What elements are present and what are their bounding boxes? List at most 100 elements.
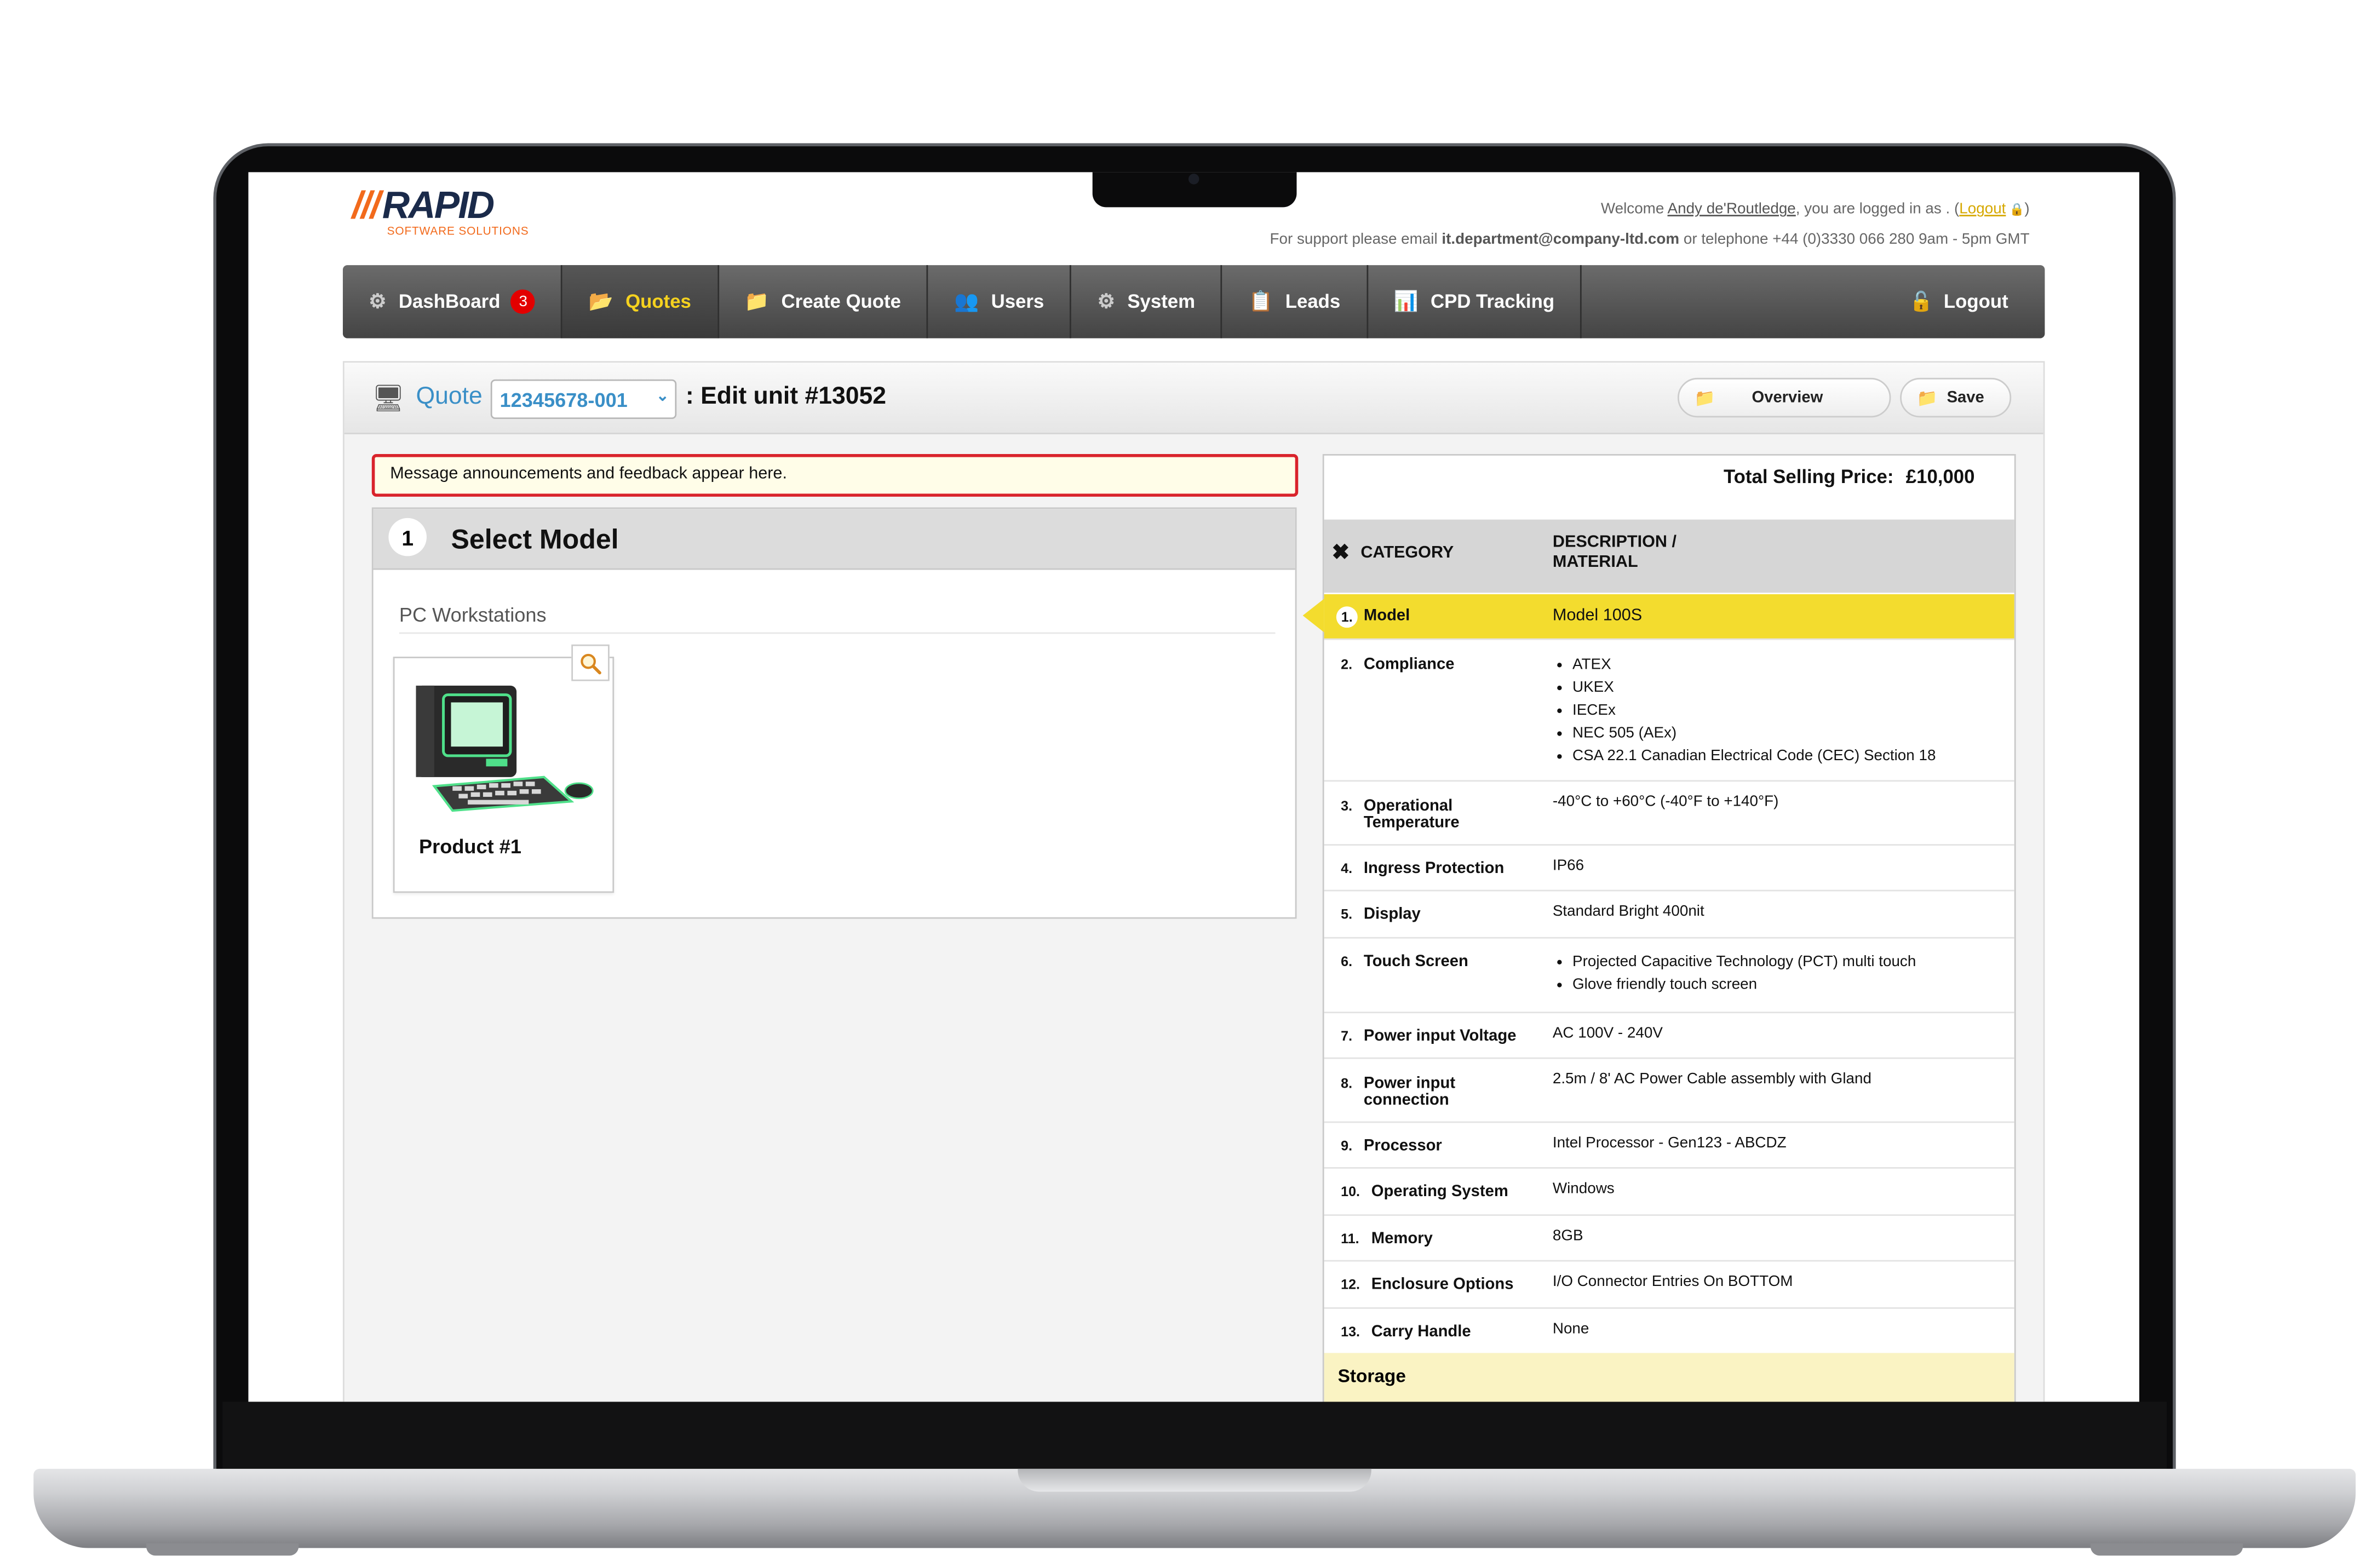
support-line: For support please email it.department@c… — [1270, 232, 2029, 249]
nav-label-quotes: Quotes — [625, 291, 691, 313]
compliance-list: ATEX UKEX IECEx NEC 505 (AEx) CSA 22.1 C… — [1553, 653, 1995, 768]
header-logout-link[interactable]: Logout — [1959, 201, 2006, 218]
logo-text: RAPID — [382, 184, 495, 227]
list-item: Glove friendly touch screen — [1553, 974, 1995, 997]
chevron-down-icon: ⌄ — [656, 388, 669, 406]
nav-item-system[interactable]: ⚙ System — [1071, 265, 1223, 338]
row-category: Operational Temperature — [1363, 796, 1460, 832]
laptop-foot-right — [2090, 1543, 2243, 1556]
spec-row-carry-handle[interactable]: 13. Carry Handle None — [1324, 1309, 2014, 1355]
edit-unit-title: : Edit unit #13052 — [685, 384, 886, 410]
total-label: Total Selling Price: — [1724, 466, 1894, 488]
quote-number-select[interactable]: 12345678-001 ⌄ — [490, 379, 677, 420]
nav-label-users: Users — [991, 291, 1044, 313]
row-number: 9. — [1341, 1138, 1353, 1153]
row-category: Power input Voltage — [1363, 1027, 1517, 1046]
content-panel: 🖥 Quote 12345678-001 ⌄ : Edit unit #1305… — [342, 361, 2045, 1402]
laptop-mockup: ///RAPID SOFTWARE SOLUTIONS Welcome Andy… — [0, 0, 2377, 1568]
row-category: Power input connection — [1363, 1074, 1456, 1110]
product-group-label: PC Workstations — [399, 604, 1276, 634]
row-description: Intel Processor - Gen123 - ABCDZ — [1552, 1135, 1787, 1152]
product-card[interactable]: Product #1 — [393, 644, 615, 893]
row-description: -40°C to +60°C (-40°F to +140°F) — [1552, 794, 1779, 811]
nav-label-create-quote: Create Quote — [781, 291, 901, 313]
spec-row-memory[interactable]: 11. Memory 8GB — [1324, 1216, 2014, 1262]
row-number: 3. — [1341, 798, 1353, 814]
nav-label-leads: Leads — [1285, 291, 1341, 313]
welcome-end: ) — [2024, 201, 2030, 218]
nav-item-quotes[interactable]: 📂 Quotes — [562, 265, 719, 338]
spec-row-compliance[interactable]: 2. Compliance ATEX UKEX IECEx NEC 505 (A… — [1324, 640, 2014, 782]
zoom-icon[interactable] — [571, 644, 610, 681]
row-description: AC 100V - 240V — [1552, 1025, 1663, 1042]
product-name: Product #1 — [419, 835, 521, 858]
spec-row-ingress[interactable]: 4. Ingress Protection IP66 — [1324, 846, 2014, 892]
support-suffix: or telephone +44 (0)3330 066 280 9am - 5… — [1683, 231, 2030, 249]
nav-label-cpd-tracking: CPD Tracking — [1430, 291, 1555, 313]
row-number: 1. — [1336, 606, 1358, 628]
row-description: I/O Connector Entries On BOTTOM — [1552, 1273, 1793, 1291]
row-description: 8GB — [1552, 1228, 1583, 1245]
col-description: DESCRIPTION / MATERIAL — [1552, 533, 1677, 572]
quote-label: Quote — [416, 384, 483, 410]
list-item: CSA 22.1 Canadian Electrical Code (CEC) … — [1553, 745, 1995, 768]
overview-button[interactable]: 📁 Overview — [1677, 377, 1891, 418]
rapid-logo[interactable]: ///RAPID SOFTWARE SOLUTIONS — [352, 185, 529, 238]
main-nav: ⚙ DashBoard 3 📂 Quotes 📁 Create Quote 👥 … — [342, 265, 2045, 338]
spec-row-display[interactable]: 5. Display Standard Bright 400nit — [1324, 891, 2014, 939]
nav-logout[interactable]: 🔓 Logout — [1873, 265, 2045, 338]
row-category: Ingress Protection — [1363, 859, 1505, 878]
nav-item-cpd-tracking[interactable]: 📊 CPD Tracking — [1368, 265, 1582, 338]
nav-item-leads[interactable]: 📋 Leads — [1222, 265, 1368, 338]
row-number: 13. — [1341, 1324, 1360, 1340]
row-description: 2.5m / 8' AC Power Cable assembly with G… — [1552, 1071, 1871, 1088]
spec-panel: Total Selling Price: £10,000 ✖ CATEGORY D… — [1322, 454, 2016, 1402]
row-number: 8. — [1341, 1076, 1353, 1091]
row-number: 10. — [1341, 1184, 1360, 1199]
row-category: Memory — [1371, 1230, 1433, 1248]
user-name-link[interactable]: Andy de'Routledge — [1668, 201, 1796, 218]
spec-row-power-voltage[interactable]: 7. Power input Voltage AC 100V - 240V — [1324, 1013, 2014, 1059]
spec-row-power-connection[interactable]: 8. Power input connection 2.5m / 8' AC P… — [1324, 1059, 2014, 1123]
list-item: UKEX — [1553, 676, 1995, 699]
row-number: 11. — [1341, 1231, 1359, 1247]
spec-row-os[interactable]: 10. Operating System Windows — [1324, 1169, 2014, 1216]
dashboard-icon: ⚙ — [369, 289, 387, 313]
spec-row-model[interactable]: 1. Model Model 100S — [1324, 594, 2014, 640]
row-description: Standard Bright 400nit — [1552, 903, 1704, 921]
notification-badge: 3 — [510, 289, 536, 314]
list-item: IECEx — [1553, 699, 1995, 722]
users-icon: 👥 — [954, 289, 979, 313]
row-description: IP66 — [1552, 858, 1584, 875]
total-value: £10,000 — [1905, 466, 1975, 488]
tools-icon: ✖ — [1331, 539, 1350, 564]
save-button[interactable]: 📁 Save — [1900, 377, 2012, 418]
row-number: 4. — [1341, 860, 1353, 876]
nav-item-users[interactable]: 👥 Users — [928, 265, 1072, 338]
spec-row-temperature[interactable]: 3. Operational Temperature -40°C to +60°… — [1324, 782, 2014, 846]
row-number: 2. — [1341, 657, 1353, 672]
nav-item-dashboard[interactable]: ⚙ DashBoard 3 — [343, 265, 563, 338]
welcome-suffix: , you are logged in as . ( — [1795, 201, 1960, 218]
spec-row-touch-screen[interactable]: 6. Touch Screen Projected Capacitive Tec… — [1324, 939, 2014, 1014]
row-category: Display — [1363, 905, 1421, 923]
total-selling-price: Total Selling Price: £10,000 — [1724, 466, 1974, 487]
nav-item-create-quote[interactable]: 📁 Create Quote — [719, 265, 929, 338]
spec-row-enclosure[interactable]: 12. Enclosure Options I/O Connector Entr… — [1324, 1261, 2014, 1309]
spec-row-processor[interactable]: 9. Processor Intel Processor - Gen123 - … — [1324, 1123, 2014, 1169]
logo-slashes: /// — [352, 184, 381, 227]
nav-logout-label: Logout — [1943, 291, 2008, 313]
row-number: 12. — [1341, 1277, 1360, 1293]
laptop-foot-left — [146, 1543, 299, 1556]
laptop-opening-groove — [1018, 1468, 1371, 1492]
selected-row-pointer — [1302, 599, 1324, 633]
nav-label-dashboard: DashBoard — [398, 291, 501, 313]
select-model-header: 1 Select Model — [373, 509, 1295, 570]
storage-section-header[interactable]: Storage — [1324, 1353, 2014, 1402]
row-category: Enclosure Options — [1371, 1275, 1514, 1294]
row-category: Carry Handle — [1371, 1322, 1471, 1341]
nav-label-system: System — [1127, 291, 1196, 313]
support-email-link[interactable]: it.department@company-ltd.com — [1442, 232, 1679, 249]
save-button-label: Save — [1947, 388, 1984, 407]
message-banner: Message announcements and feedback appea… — [371, 454, 1299, 497]
